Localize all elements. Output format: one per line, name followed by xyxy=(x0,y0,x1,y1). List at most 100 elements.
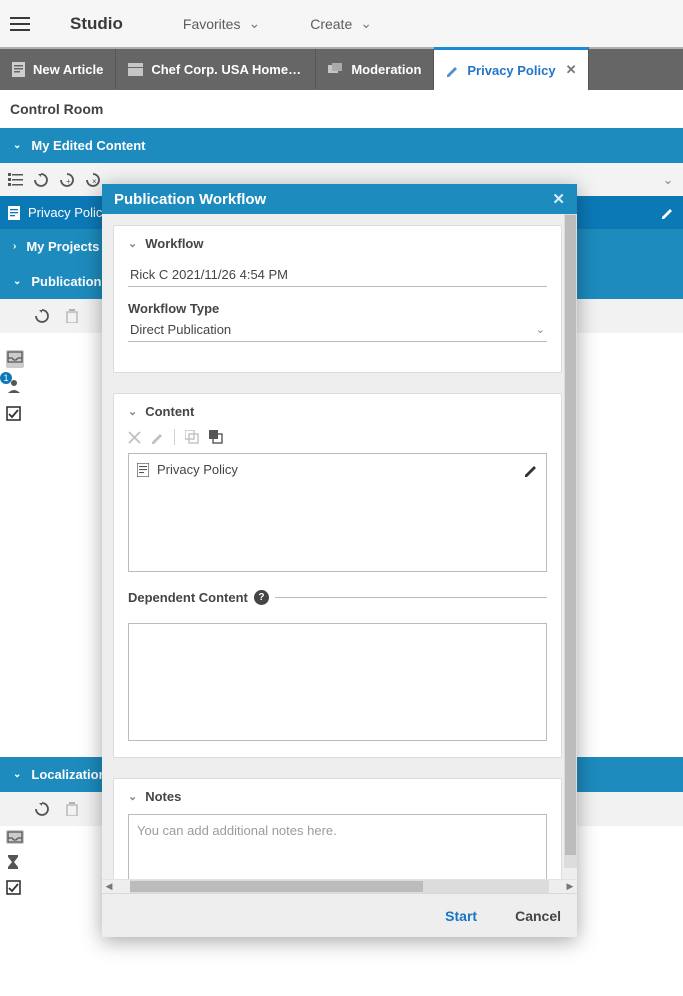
refresh-add-icon[interactable]: + xyxy=(58,171,76,189)
section-title: Workflow xyxy=(145,236,203,251)
workflow-card: ⌄ Workflow Rick C 2021/11/26 4:54 PM Wor… xyxy=(113,225,562,373)
trash-icon[interactable] xyxy=(63,307,81,325)
workflow-type-select[interactable]: Direct Publication ⌄ xyxy=(128,316,547,342)
scroll-track[interactable] xyxy=(130,880,549,893)
separator xyxy=(174,429,175,445)
refresh-remove-icon[interactable]: × xyxy=(84,171,102,189)
pencil-icon[interactable] xyxy=(660,205,675,220)
chevron-down-icon: ⌄ xyxy=(13,276,21,287)
help-icon[interactable]: ? xyxy=(254,590,269,605)
scroll-right-arrow[interactable]: ▶ xyxy=(563,880,577,893)
scroll-left-arrow[interactable]: ◀ xyxy=(102,880,116,893)
pencil-icon[interactable] xyxy=(524,463,538,477)
section-title: Content xyxy=(145,404,194,419)
section-title: Notes xyxy=(145,789,181,804)
horizontal-scrollbar[interactable]: ◀ ▶ xyxy=(102,879,577,893)
tab-label: Moderation xyxy=(351,62,421,77)
menu-favorites[interactable]: Favorites ⌄ xyxy=(183,15,260,32)
workflow-name-field[interactable]: Rick C 2021/11/26 4:54 PM xyxy=(128,261,547,287)
inbox-icon[interactable] xyxy=(6,350,24,368)
tab-new-article[interactable]: New Article xyxy=(0,49,116,89)
menu-label: Create xyxy=(310,16,352,32)
content-toolbar xyxy=(128,429,547,445)
dialog-body: ⌄ Workflow Rick C 2021/11/26 4:54 PM Wor… xyxy=(102,214,577,893)
divider xyxy=(275,597,547,598)
moderation-icon xyxy=(328,63,343,76)
chevron-down-icon[interactable]: ⌄ xyxy=(659,171,677,189)
trash-icon[interactable] xyxy=(63,800,81,818)
content-list-item[interactable]: Privacy Policy xyxy=(137,462,538,477)
panel-my-edited-content[interactable]: ⌄ My Edited Content xyxy=(0,128,683,163)
checkbox-icon[interactable] xyxy=(6,406,24,424)
workflow-status-icons: 1 xyxy=(6,350,24,424)
hourglass-icon[interactable] xyxy=(6,854,24,870)
remove-icon[interactable] xyxy=(128,431,141,444)
pencil-icon[interactable] xyxy=(151,431,164,444)
chevron-down-icon: ⌄ xyxy=(13,140,21,151)
scroll-thumb[interactable] xyxy=(130,881,423,892)
menu-create[interactable]: Create ⌄ xyxy=(310,15,372,32)
hamburger-menu[interactable] xyxy=(0,0,40,47)
checkbox-icon[interactable] xyxy=(6,880,24,895)
svg-text:×: × xyxy=(92,177,97,186)
refresh-icon[interactable] xyxy=(32,171,50,189)
dialog-footer: Start Cancel xyxy=(102,893,577,937)
paste-icon[interactable] xyxy=(209,430,223,444)
document-icon xyxy=(137,463,149,477)
section-workflow[interactable]: ⌄ Workflow xyxy=(128,236,547,251)
app-brand: Studio xyxy=(70,14,123,34)
tab-label: Chef Corp. USA Home Pa… xyxy=(151,62,303,77)
tab-privacy-policy[interactable]: Privacy Policy ✕ xyxy=(434,47,589,90)
chevron-down-icon: ⌄ xyxy=(13,769,21,780)
user-icon[interactable]: 1 xyxy=(6,378,24,396)
content-card: ⌄ Content Privacy Policy xyxy=(113,393,562,758)
tab-chef-corp[interactable]: Chef Corp. USA Home Pa… xyxy=(116,49,316,89)
chevron-down-icon: ⌄ xyxy=(536,323,545,336)
start-button[interactable]: Start xyxy=(445,908,477,924)
tab-label: Privacy Policy xyxy=(467,63,555,78)
copy-icon[interactable] xyxy=(185,430,199,444)
section-content[interactable]: ⌄ Content xyxy=(128,404,547,419)
chevron-down-icon: ⌄ xyxy=(360,15,372,32)
workflow-name-value: Rick C 2021/11/26 4:54 PM xyxy=(130,267,288,282)
refresh-icon[interactable] xyxy=(33,307,51,325)
tab-strip: New Article Chef Corp. USA Home Pa… Mode… xyxy=(0,47,683,90)
content-item-label: Privacy Policy xyxy=(157,462,238,477)
vertical-scrollbar-thumb[interactable] xyxy=(565,215,576,855)
notes-placeholder: You can add additional notes here. xyxy=(137,823,337,838)
menu-label: Favorites xyxy=(183,16,241,32)
panel-title: My Projects xyxy=(26,239,99,254)
inbox-icon[interactable] xyxy=(6,830,24,844)
page-icon xyxy=(128,63,143,76)
workflow-type-label: Workflow Type xyxy=(128,301,547,316)
tab-label: New Article xyxy=(33,62,103,77)
close-icon[interactable]: ✕ xyxy=(552,190,565,208)
publication-workflow-dialog: Publication Workflow ✕ ⌄ Workflow Rick C… xyxy=(102,184,577,937)
edited-item-label: Privacy Polic xyxy=(28,205,102,220)
localization-status-icons xyxy=(6,830,24,895)
chevron-down-icon: ⌄ xyxy=(128,237,137,250)
chevron-down-icon: ⌄ xyxy=(128,405,137,418)
list-icon[interactable] xyxy=(6,171,24,189)
dependent-content-list[interactable] xyxy=(128,623,547,741)
breadcrumb: Control Room xyxy=(0,90,683,128)
panel-title: Localization xyxy=(31,767,106,782)
dialog-titlebar[interactable]: Publication Workflow ✕ xyxy=(102,184,577,214)
section-notes[interactable]: ⌄ Notes xyxy=(128,789,547,804)
notes-textarea[interactable]: You can add additional notes here. xyxy=(128,814,547,882)
content-list[interactable]: Privacy Policy xyxy=(128,453,547,572)
badge-count: 1 xyxy=(0,372,12,384)
dependent-label: Dependent Content xyxy=(128,590,248,605)
close-icon[interactable]: ✕ xyxy=(566,62,577,78)
chevron-down-icon: ⌄ xyxy=(128,790,137,803)
panel-title: My Edited Content xyxy=(31,138,145,153)
tab-moderation[interactable]: Moderation xyxy=(316,49,434,89)
workflow-type-value: Direct Publication xyxy=(130,322,231,337)
svg-text:+: + xyxy=(66,177,71,186)
top-toolbar: Studio Favorites ⌄ Create ⌄ xyxy=(0,0,683,47)
refresh-icon[interactable] xyxy=(33,800,51,818)
document-icon xyxy=(12,62,25,77)
cancel-button[interactable]: Cancel xyxy=(515,908,561,924)
dependent-content-header: Dependent Content ? xyxy=(128,590,547,605)
chevron-down-icon: ⌄ xyxy=(248,15,260,32)
